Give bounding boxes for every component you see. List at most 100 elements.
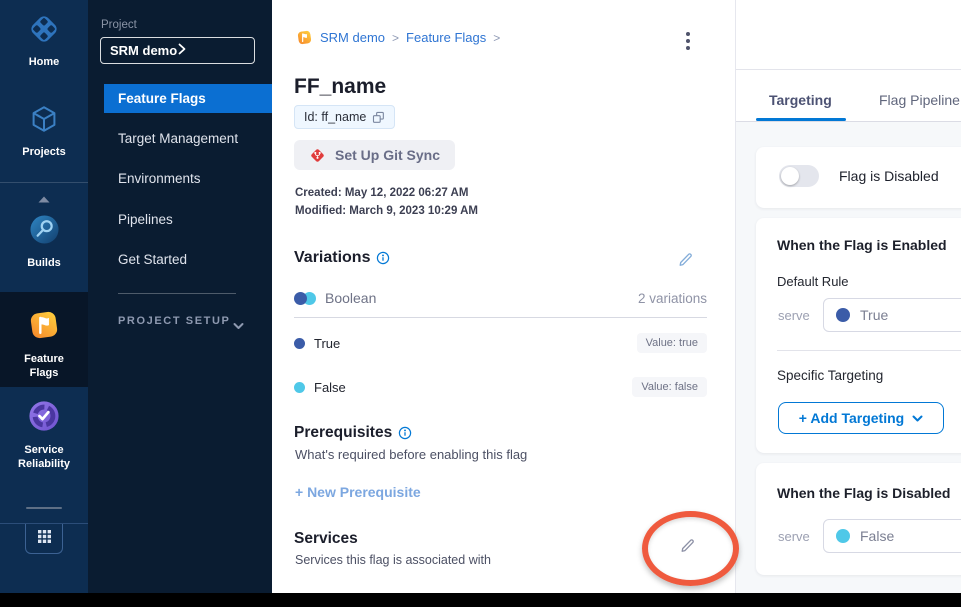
- bottom-letterbox: [0, 593, 961, 607]
- project-sidebar: Project SRM demo Feature Flags Target Ma…: [88, 0, 272, 593]
- sidebar-item-feature-flags[interactable]: Feature Flags: [104, 84, 272, 113]
- sidebar-item-pipelines[interactable]: Pipelines: [118, 212, 173, 227]
- serve-value: True: [860, 307, 888, 323]
- sidebar-divider: [118, 293, 236, 294]
- project-setup-section[interactable]: PROJECT SETUP: [118, 315, 231, 327]
- nav-home[interactable]: Home: [0, 13, 88, 69]
- module-nav-rail: Home Projects: [0, 0, 88, 593]
- flag-id-chip: Id: ff_name: [294, 105, 395, 129]
- project-selector[interactable]: SRM demo: [100, 37, 255, 64]
- project-label: Project: [101, 19, 137, 31]
- sidebar-item-environments[interactable]: Environments: [118, 171, 201, 186]
- variation-true-dot: [836, 308, 850, 322]
- breadcrumb-project-link[interactable]: SRM demo: [320, 30, 385, 45]
- rail-divider: [0, 182, 88, 183]
- disabled-card-heading: When the Flag is Disabled: [777, 485, 950, 501]
- variation-type-row: Boolean 2 variations: [294, 290, 707, 306]
- new-prerequisite-button[interactable]: + New Prerequisite: [295, 484, 421, 500]
- flag-disabled-card: When the Flag is Disabled serve False: [756, 463, 961, 575]
- modified-timestamp: Modified: March 9, 2023 10:29 AM: [295, 205, 478, 217]
- breadcrumb-section-link[interactable]: Feature Flags: [406, 30, 486, 45]
- nav-feature-flags-active-section[interactable]: Feature Flags: [0, 292, 88, 387]
- chevron-down-icon[interactable]: [233, 317, 244, 335]
- set-up-git-sync-button[interactable]: Set Up Git Sync: [294, 140, 455, 170]
- grid-icon: [37, 529, 52, 549]
- variation-true-dot: [294, 338, 305, 349]
- created-timestamp: Created: May 12, 2022 06:27 AM: [295, 187, 468, 199]
- sidebar-item-get-started[interactable]: Get Started: [118, 252, 187, 267]
- panel-header-divider: [736, 69, 961, 70]
- sidebar-item-label: Environments: [118, 171, 201, 186]
- nav-service-reliability-label: Service Reliability: [9, 443, 79, 472]
- variation-false-dot: [836, 529, 850, 543]
- tab-flag-pipeline[interactable]: Flag Pipeline: [879, 92, 960, 108]
- flag-id-text: Id: ff_name: [304, 110, 366, 124]
- app-window: Home Projects: [0, 0, 961, 607]
- breadcrumb: SRM demo > Feature Flags >: [296, 29, 500, 46]
- variation-count: 2 variations: [638, 291, 707, 306]
- all-modules-button[interactable]: [25, 524, 63, 554]
- edit-services-button[interactable]: [679, 537, 696, 557]
- nav-builds-label: Builds: [9, 256, 79, 270]
- default-rule-label: Default Rule: [777, 274, 849, 289]
- add-targeting-button[interactable]: + Add Targeting: [778, 402, 944, 434]
- git-sync-icon: [309, 147, 326, 164]
- project-selector-value: SRM demo: [110, 43, 178, 58]
- serve-label: serve: [778, 308, 810, 323]
- chevron-right-icon: [178, 43, 246, 58]
- sidebar-item-target-management[interactable]: Target Management: [118, 131, 238, 146]
- breadcrumb-separator: >: [493, 31, 500, 45]
- feature-flags-icon: [27, 308, 61, 347]
- variations-divider: [294, 317, 707, 318]
- flag-detail-main: SRM demo > Feature Flags > FF_name Id: f…: [272, 0, 735, 593]
- variation-type-label: Boolean: [325, 290, 376, 306]
- nav-projects[interactable]: Projects: [0, 103, 88, 159]
- flag-state-label: Flag is Disabled: [839, 168, 939, 184]
- nav-builds[interactable]: Builds: [0, 213, 88, 270]
- rail-resize-handle[interactable]: [26, 507, 62, 509]
- scroll-up-chevron-icon[interactable]: [0, 195, 88, 204]
- service-reliability-icon: [27, 399, 61, 438]
- services-heading: Services: [294, 530, 358, 548]
- variation-row-true: True Value: true: [294, 333, 707, 353]
- sidebar-item-label: Pipelines: [118, 212, 173, 227]
- info-icon[interactable]: [376, 251, 390, 265]
- info-icon[interactable]: [398, 426, 412, 440]
- nav-feature-flags[interactable]: Feature Flags: [0, 308, 88, 381]
- variation-row-false: False Value: false: [294, 377, 707, 397]
- nav-service-reliability[interactable]: Service Reliability: [0, 399, 88, 472]
- variation-value-chip: Value: true: [637, 333, 707, 353]
- boolean-type-icon: [294, 292, 316, 305]
- nav-home-label: Home: [9, 55, 79, 69]
- flag-state-card: Flag is Disabled: [756, 147, 961, 208]
- prerequisites-subtitle: What's required before enabling this fla…: [295, 447, 527, 462]
- home-icon: [28, 13, 60, 50]
- active-tab-indicator: [756, 118, 846, 121]
- builds-icon: [28, 213, 61, 251]
- specific-targeting-label: Specific Targeting: [777, 368, 883, 383]
- sidebar-item-label: Feature Flags: [118, 91, 206, 106]
- edit-variations-button[interactable]: [677, 251, 694, 271]
- feature-flags-logo-icon: [296, 29, 313, 46]
- flag-enabled-toggle[interactable]: [779, 165, 819, 187]
- variations-heading: Variations: [294, 249, 370, 267]
- tab-targeting[interactable]: Targeting: [769, 92, 832, 108]
- enabled-card-heading: When the Flag is Enabled: [777, 237, 947, 253]
- variation-name: True: [314, 336, 340, 351]
- nav-feature-flags-label: Feature Flags: [9, 352, 79, 381]
- serve-value: False: [860, 528, 894, 544]
- serve-variation-select[interactable]: False: [823, 519, 961, 553]
- flag-enabled-card: When the Flag is Enabled Default Rule se…: [756, 218, 961, 453]
- targeting-panel: Targeting Flag Pipeline Flag is Disabled…: [735, 0, 961, 593]
- variation-value-chip: Value: false: [632, 377, 707, 397]
- serve-variation-select[interactable]: True: [823, 298, 961, 332]
- copy-icon[interactable]: [372, 111, 385, 124]
- serve-label: serve: [778, 529, 810, 544]
- variation-false-dot: [294, 382, 305, 393]
- flag-options-menu-button[interactable]: [680, 31, 696, 51]
- sidebar-item-label: Target Management: [118, 131, 238, 146]
- targeting-content: Flag is Disabled When the Flag is Enable…: [736, 122, 961, 593]
- breadcrumb-separator: >: [392, 31, 399, 45]
- nav-projects-label: Projects: [9, 145, 79, 159]
- variation-name: False: [314, 380, 346, 395]
